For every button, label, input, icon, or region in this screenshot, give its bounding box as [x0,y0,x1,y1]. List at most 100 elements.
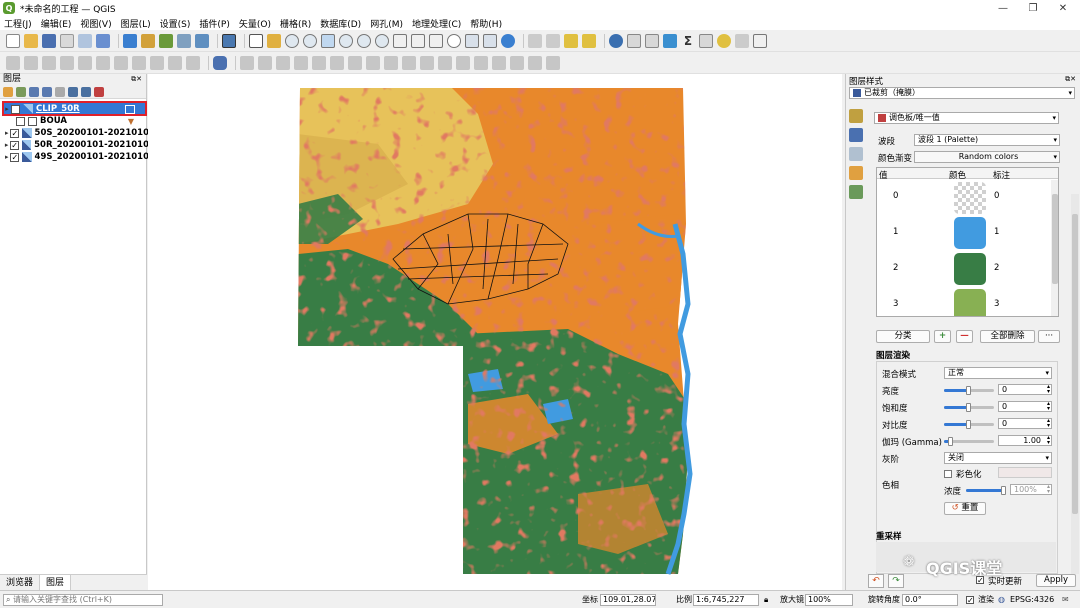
scale-combo[interactable]: 1:6,745,227 [693,594,759,606]
tab-browser[interactable]: 浏览器 [0,574,41,591]
gamma-slider[interactable] [944,437,994,446]
map-tips-icon[interactable] [717,33,731,48]
color-swatch-grass[interactable] [954,289,986,316]
render-checkbox[interactable]: ✓ [966,596,974,605]
delete-selected-icon[interactable] [96,55,110,70]
colorize-color-button[interactable] [998,467,1052,478]
layout-manager-icon[interactable] [78,33,92,48]
open-project-icon[interactable] [24,33,38,48]
add-wms-icon[interactable] [195,33,209,48]
digitize-17-icon[interactable] [528,55,542,70]
panel-float-close-icon[interactable]: ⧉✕ [1065,75,1076,84]
expand-arrow-icon[interactable]: ▸ [3,141,10,149]
menu-mesh[interactable]: 网孔(M) [370,17,403,30]
digitize-14-icon[interactable] [474,55,488,70]
rendering-tab-icon[interactable] [849,166,863,180]
identify-icon[interactable] [609,33,623,48]
zoom-out-icon[interactable] [303,33,317,48]
digitize-9-icon[interactable] [384,55,398,70]
digitize-13-icon[interactable] [456,55,470,70]
digitize-12-icon[interactable] [438,55,452,70]
remove-layer-icon[interactable] [94,86,104,97]
gear-dropdown-icon[interactable] [735,33,749,48]
remove-value-icon[interactable]: — [956,330,973,343]
contrast-spinbox[interactable]: 0 ▴ ▾ [998,418,1052,429]
add-vector-icon[interactable] [159,33,173,48]
zoom-next-icon[interactable] [411,33,425,48]
tab-layers[interactable]: 图层 [40,574,72,591]
pan-to-selection-icon[interactable] [267,33,281,48]
paste-icon[interactable] [150,55,164,70]
digitize-16-icon[interactable] [510,55,524,70]
zoom-in-icon[interactable] [285,33,299,48]
colorize-checkbox[interactable] [944,470,952,478]
gamma-spinbox[interactable]: 1.00 ▴ ▾ [998,435,1052,446]
classify-button[interactable]: 分类 [876,330,930,343]
deselect-icon[interactable] [582,33,596,48]
menu-view[interactable]: 视图(V) [80,17,111,30]
messages-icon[interactable]: ✉ [1062,594,1069,606]
sum-icon[interactable]: Σ [681,34,695,48]
menu-database[interactable]: 数据库(D) [320,17,361,30]
menu-project[interactable]: 工程(J) [4,17,32,30]
strength-spinbox[interactable]: 100% ▴ ▾ [1010,484,1052,495]
select-by-value-icon[interactable] [564,33,578,48]
zoom-selection-icon[interactable] [339,33,353,48]
statistical-summary-icon[interactable] [645,33,659,48]
new-project-icon[interactable] [6,33,20,48]
style-panel-scrollbar[interactable] [1071,194,1079,574]
add-group-icon[interactable] [16,86,26,97]
magnifier-spinbox[interactable]: 100% [805,594,853,606]
apply-button[interactable]: Apply [1036,574,1076,587]
style-manager-icon[interactable] [96,33,110,48]
layer-visibility-checkbox[interactable] [16,116,25,126]
brightness-spinbox[interactable]: 0 ▴ ▾ [998,384,1052,395]
undo-icon[interactable] [168,55,182,70]
saturation-spinbox[interactable]: 0 ▴ ▾ [998,401,1052,412]
menu-plugins[interactable]: 插件(P) [199,17,229,30]
digitize-8-icon[interactable] [366,55,380,70]
filter-icon[interactable]: ▼ [128,117,134,126]
add-feature-icon[interactable] [60,55,74,70]
transparency-tab-icon[interactable] [849,128,863,142]
database-icon[interactable] [213,55,227,70]
reset-button[interactable]: ↺ 重置 [944,502,986,515]
attribute-table-icon[interactable] [627,33,641,48]
digitize-10-icon[interactable] [402,55,416,70]
brightness-slider[interactable] [944,386,994,395]
zoom-layer-icon[interactable] [357,33,371,48]
layer-visibility-checkbox[interactable]: ✓ [10,152,20,162]
pan-hand-icon[interactable] [249,33,263,48]
table-row[interactable]: 3 3 [877,288,1051,316]
redo-icon[interactable] [186,55,200,70]
save-edits-icon[interactable] [42,55,56,70]
menu-settings[interactable]: 设置(S) [160,17,191,30]
expand-all-icon[interactable] [68,86,78,97]
table-scrollbar[interactable] [1051,180,1058,316]
layer-visibility-checkbox[interactable]: ✓ [10,128,20,138]
select-features-icon[interactable] [546,33,560,48]
renderer-type-combo[interactable]: 调色板/唯一值 ▾ [874,112,1059,124]
crs-label[interactable]: EPSG:4326 [1010,594,1054,606]
table-row[interactable]: 1 1 [877,216,1051,250]
cut-icon[interactable] [114,55,128,70]
zoom-full-icon[interactable] [321,33,335,48]
settings-gear-icon[interactable] [663,33,677,48]
layer-select-combo[interactable]: 已裁剪（掩膜） ▾ [849,87,1075,99]
panel-float-close-icon[interactable]: ⧉✕ [131,74,142,85]
coordinate-field[interactable]: 109.01,28.07 [600,594,656,606]
histogram-tab-icon[interactable] [849,147,863,161]
open-attribute-table-icon[interactable] [528,33,542,48]
live-update-checkbox[interactable]: ✓ [976,576,984,585]
lock-scale-icon[interactable]: 🔒︎ [764,594,768,606]
digitize-3-icon[interactable] [276,55,290,70]
add-raster-icon[interactable] [177,33,191,48]
collapse-all-icon[interactable] [81,86,91,97]
layer-item-boua[interactable]: BOUA ▼ [0,115,146,127]
pyramids-tab-icon[interactable] [849,185,863,199]
band-combo[interactable]: 波段 1 (Palette) ▾ [914,134,1060,146]
crs-globe-icon[interactable]: ◍ [998,594,1005,606]
new-print-layout-icon[interactable] [60,33,74,48]
text-annotation-icon[interactable] [753,33,767,48]
digitize-11-icon[interactable] [420,55,434,70]
